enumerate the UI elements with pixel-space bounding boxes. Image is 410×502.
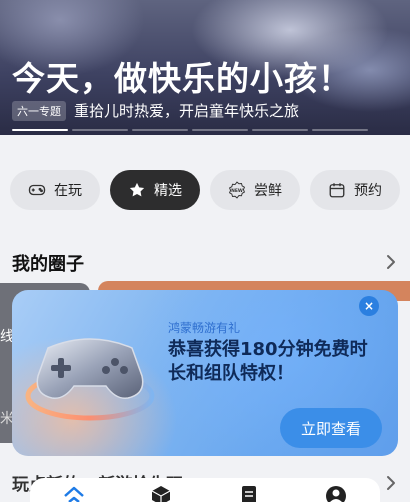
- carousel-dot: [72, 129, 128, 131]
- bottom-nav: [30, 478, 380, 502]
- tab-reserve[interactable]: 预约: [310, 170, 400, 210]
- tab-label: 精选: [154, 183, 182, 199]
- close-icon[interactable]: ×: [359, 296, 379, 316]
- view-now-button[interactable]: 立即查看: [280, 408, 382, 448]
- new-badge-icon: NEW: [228, 181, 246, 199]
- carousel-dot: [192, 129, 248, 131]
- tab-label: 预约: [354, 183, 382, 199]
- tab-featured[interactable]: 精选: [110, 170, 200, 210]
- popup-headline: 恭喜获得180分钟免费时长和组队特权！: [168, 339, 368, 384]
- gamepad-icon: [28, 184, 46, 196]
- hero-title: 今天，做快乐的小孩！: [12, 59, 352, 98]
- svg-text:NEW: NEW: [231, 188, 243, 194]
- hero-banner[interactable]: 今天，做快乐的小孩！ 六一专题 重拾儿时热爱，开启童年快乐之旅: [0, 0, 410, 135]
- category-tabs: 在玩 精选 NEW 尝鲜 预约: [10, 170, 400, 210]
- tab-try-new[interactable]: NEW 尝鲜: [210, 170, 300, 210]
- tab-label: 尝鲜: [254, 183, 282, 199]
- carousel-dot: [252, 129, 308, 131]
- profile-icon[interactable]: [324, 484, 348, 502]
- document-icon[interactable]: [237, 484, 261, 502]
- chevron-right-icon[interactable]: [384, 253, 398, 271]
- hero-tag: 六一专题: [12, 100, 66, 121]
- calendar-icon: [329, 183, 345, 198]
- gamepad-icon: [25, 338, 155, 421]
- tab-playing[interactable]: 在玩: [10, 170, 100, 210]
- chevron-right-icon[interactable]: [384, 474, 398, 492]
- tab-label: 在玩: [54, 183, 82, 199]
- carousel-indicator: [12, 129, 368, 131]
- hero-subline: 六一专题 重拾儿时热爱，开启童年快乐之旅: [12, 100, 299, 121]
- home-icon[interactable]: [62, 484, 86, 502]
- popup-subtitle: 鸿蒙畅游有礼: [168, 321, 241, 335]
- carousel-dot: [12, 129, 68, 131]
- carousel-dot: [312, 129, 368, 131]
- cube-icon[interactable]: [149, 484, 173, 502]
- star-icon: [129, 182, 145, 197]
- carousel-dot: [132, 129, 188, 131]
- hero-subtitle: 重拾儿时热爱，开启童年快乐之旅: [74, 102, 300, 120]
- my-circles-title: 我的圈子: [12, 254, 84, 275]
